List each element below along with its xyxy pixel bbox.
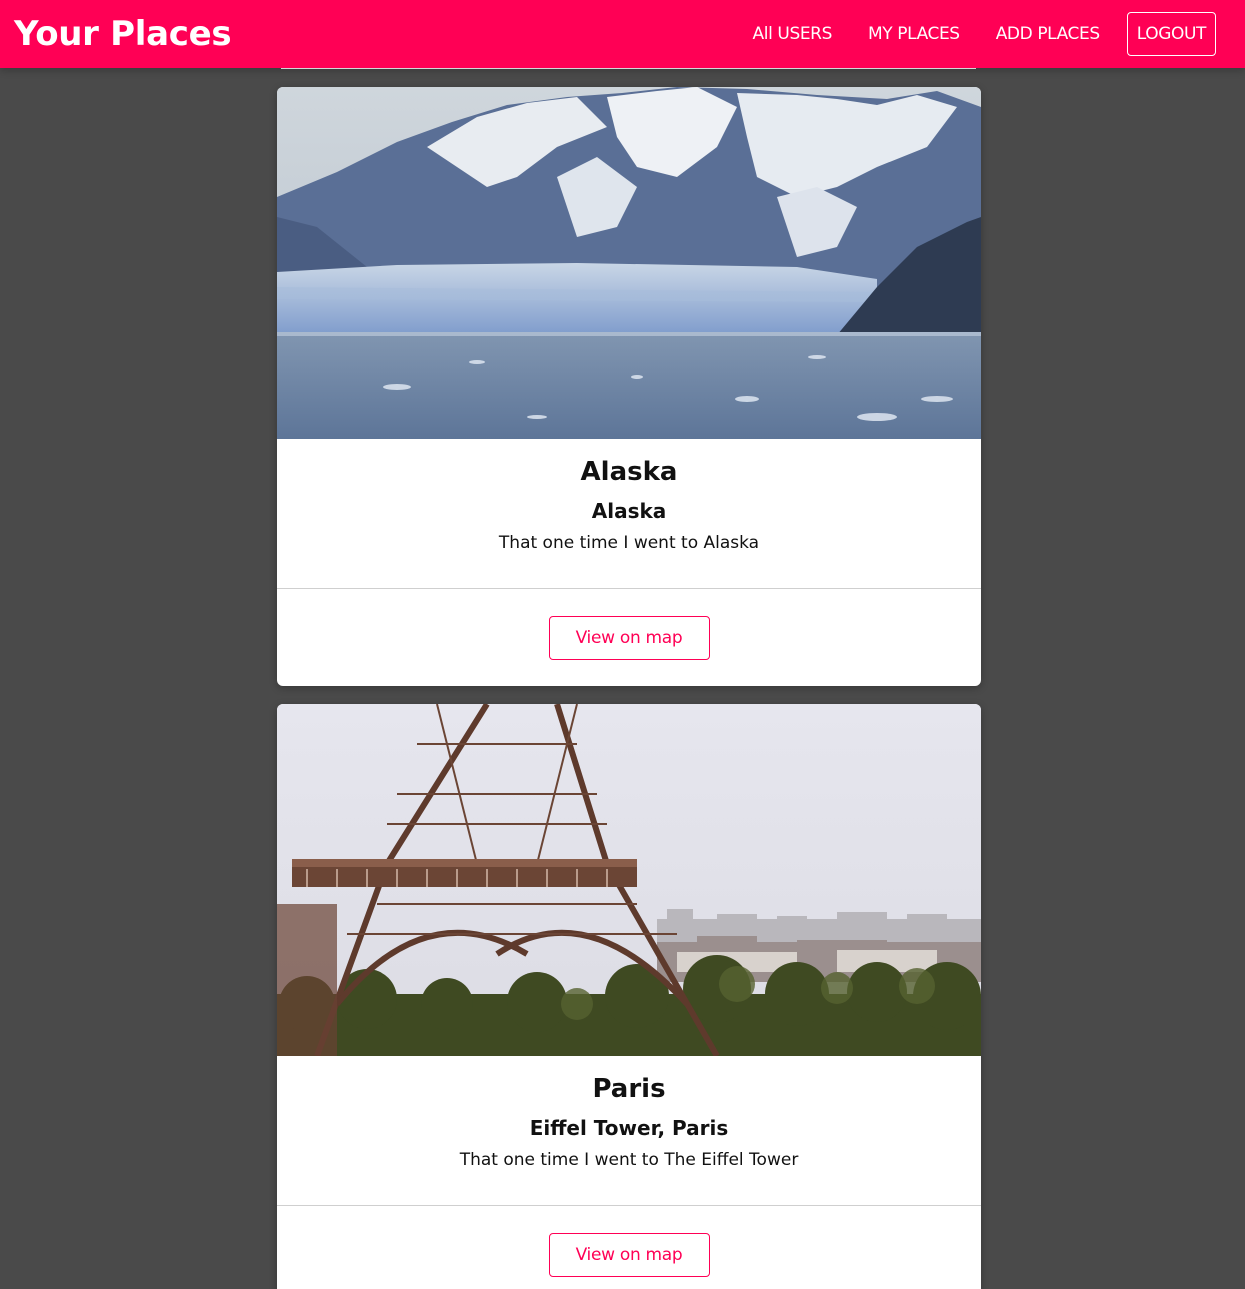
main-navigation: All USERS MY PLACES ADD PLACES LOGOUT	[726, 0, 1216, 68]
place-card: Alaska Alaska That one time I went to Al…	[277, 87, 981, 686]
eiffel-tower-photo	[277, 704, 981, 1056]
view-on-map-button[interactable]: View on map	[548, 615, 710, 660]
place-description: That one time I went to Alaska	[498, 533, 760, 553]
place-actions: View on map	[277, 589, 981, 686]
place-title: Alaska	[580, 457, 678, 487]
place-address: Alaska	[591, 499, 667, 523]
place-title: Paris	[592, 1074, 666, 1104]
nav-all-users[interactable]: All USERS	[744, 14, 841, 54]
place-info: Alaska Alaska That one time I went to Al…	[277, 439, 981, 589]
place-card: Paris Eiffel Tower, Paris That one time …	[277, 704, 981, 1289]
place-description: That one time I went to The Eiffel Tower	[459, 1150, 799, 1170]
view-on-map-button[interactable]: View on map	[548, 1232, 710, 1277]
place-actions: View on map	[277, 1206, 981, 1289]
place-address: Eiffel Tower, Paris	[529, 1116, 729, 1140]
site-title[interactable]: Your Places	[14, 14, 232, 54]
logout-button[interactable]: LOGOUT	[1126, 12, 1216, 56]
nav-add-places[interactable]: ADD PLACES	[987, 14, 1109, 54]
top-divider	[281, 68, 976, 69]
nav-my-places[interactable]: MY PLACES	[859, 14, 969, 54]
main-header: Your Places All USERS MY PLACES ADD PLAC…	[0, 0, 1245, 68]
place-info: Paris Eiffel Tower, Paris That one time …	[277, 1056, 981, 1206]
glacier-mountain-photo	[277, 87, 981, 439]
